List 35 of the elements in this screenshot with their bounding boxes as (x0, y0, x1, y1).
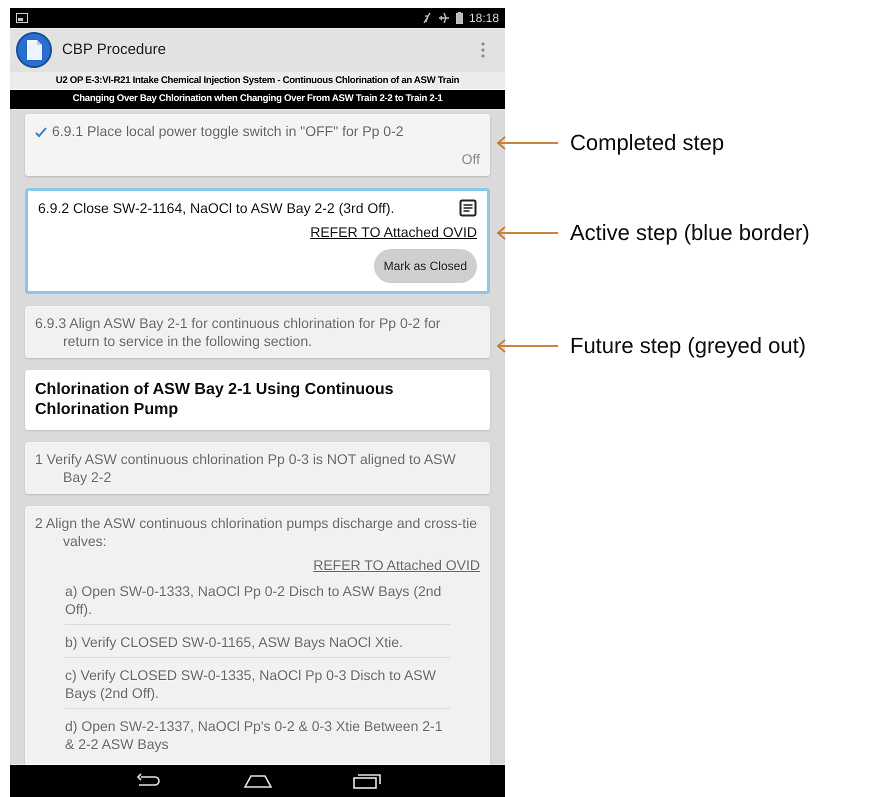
screenshot-icon (16, 13, 28, 23)
callout-arrow (496, 136, 558, 150)
mark-closed-button[interactable]: Mark as Closed (374, 248, 477, 283)
step-text: 6.9.1 Place local power toggle switch in "OFF" for Pp 0-2 (52, 122, 404, 140)
back-icon[interactable] (134, 773, 162, 789)
mute-icon (422, 12, 432, 24)
battery-icon (456, 12, 463, 24)
procedure-title: U2 OP E-3:VI-R21 Intake Chemical Injection System - Continuous Chlorination of an ASW Train (54, 74, 460, 88)
procedure-subtitle: Changing Over Bay Chlorination when Changing Over From ASW Train 2-2 to Train 2-1 (72, 92, 444, 106)
substep-text: a) Open SW-0-1333, NaOCl Pp 0-2 Disch to ASW Bays (2nd Off). (65, 582, 442, 618)
home-icon[interactable] (242, 774, 272, 788)
document-app-icon (16, 32, 52, 68)
callout-label: Completed step (570, 129, 724, 157)
airplane-icon (438, 12, 450, 24)
app-title: CBP Procedure (62, 40, 166, 60)
step-text: 6.9.3 Align ASW Bay 2-1 for continuous chlorination for Pp 0-2 for return to service in the following section. (35, 314, 442, 350)
checkmark-icon (35, 126, 47, 138)
clock-time: 18:18 (468, 10, 499, 27)
callout-arrow (496, 338, 558, 352)
callout-arrow (496, 226, 558, 240)
step-value: Off (462, 150, 480, 168)
step-text: 2 Align the ASW continuous chlorination pumps discharge and cross-tie valves: (35, 514, 478, 550)
overflow-menu-icon[interactable] (481, 42, 485, 58)
callout-label: Active step (blue border) (570, 219, 810, 247)
section-title: Chlorination of ASW Bay 2-1 Using Continuous Chlorination Pump (35, 380, 395, 420)
refer-link[interactable]: REFER TO Attached OVID (313, 556, 480, 574)
step-text: 1 Verify ASW continuous chlorination Pp 0-3 is NOT aligned to ASW Bay 2-2 (35, 450, 457, 486)
substep-text: b) Verify CLOSED SW-0-1165, ASW Bays NaOCl Xtie. (65, 632, 404, 651)
recent-apps-icon[interactable] (352, 773, 380, 789)
substep-text: d) Open SW-2-1337, NaOCl Pp's 0-2 & 0-3 Xtie Between 2-1 & 2-2 ASW Bays (65, 716, 444, 753)
refer-link[interactable]: REFER TO Attached OVID (310, 222, 477, 241)
step-text: 6.9.2 Close SW-2-1164, NaOCl to ASW Bay 2-2 (3rd Off). (38, 198, 394, 217)
notes-icon[interactable] (459, 198, 477, 217)
substep-text: c) Verify CLOSED SW-0-1335, NaOCl Pp 0-3 Disch to ASW Bays (2nd Off). (65, 666, 437, 702)
callout-label: Future step (greyed out) (570, 332, 806, 360)
